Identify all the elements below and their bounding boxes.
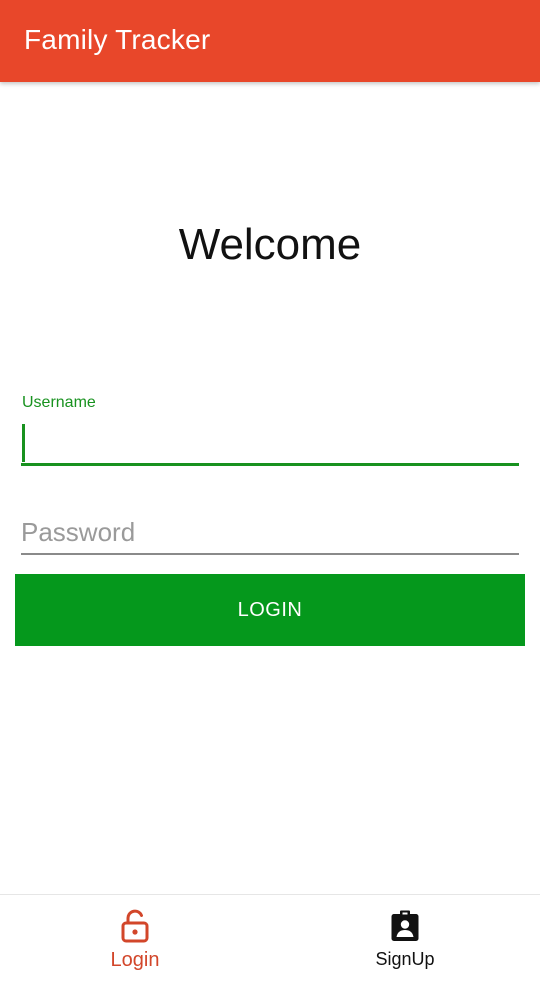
badge-account-icon [391, 910, 419, 941]
username-input[interactable] [21, 420, 519, 466]
bottom-navigation: Login SignUp [0, 894, 540, 982]
nav-label-signup: SignUp [375, 949, 435, 969]
app-title: Family Tracker [24, 24, 211, 55]
lock-open-icon [121, 909, 149, 943]
nav-item-login[interactable]: Login [0, 895, 270, 982]
app-bar: Family Tracker [0, 0, 540, 82]
text-cursor [22, 424, 25, 462]
password-input[interactable] [21, 512, 519, 555]
screen: Family Tracker Welcome Username LOGIN Lo… [0, 0, 540, 982]
nav-label-login: Login [110, 949, 160, 971]
login-button[interactable]: LOGIN [15, 574, 525, 646]
nav-item-signup[interactable]: SignUp [270, 895, 540, 982]
welcome-heading: Welcome [178, 220, 362, 269]
username-label: Username [22, 394, 96, 411]
